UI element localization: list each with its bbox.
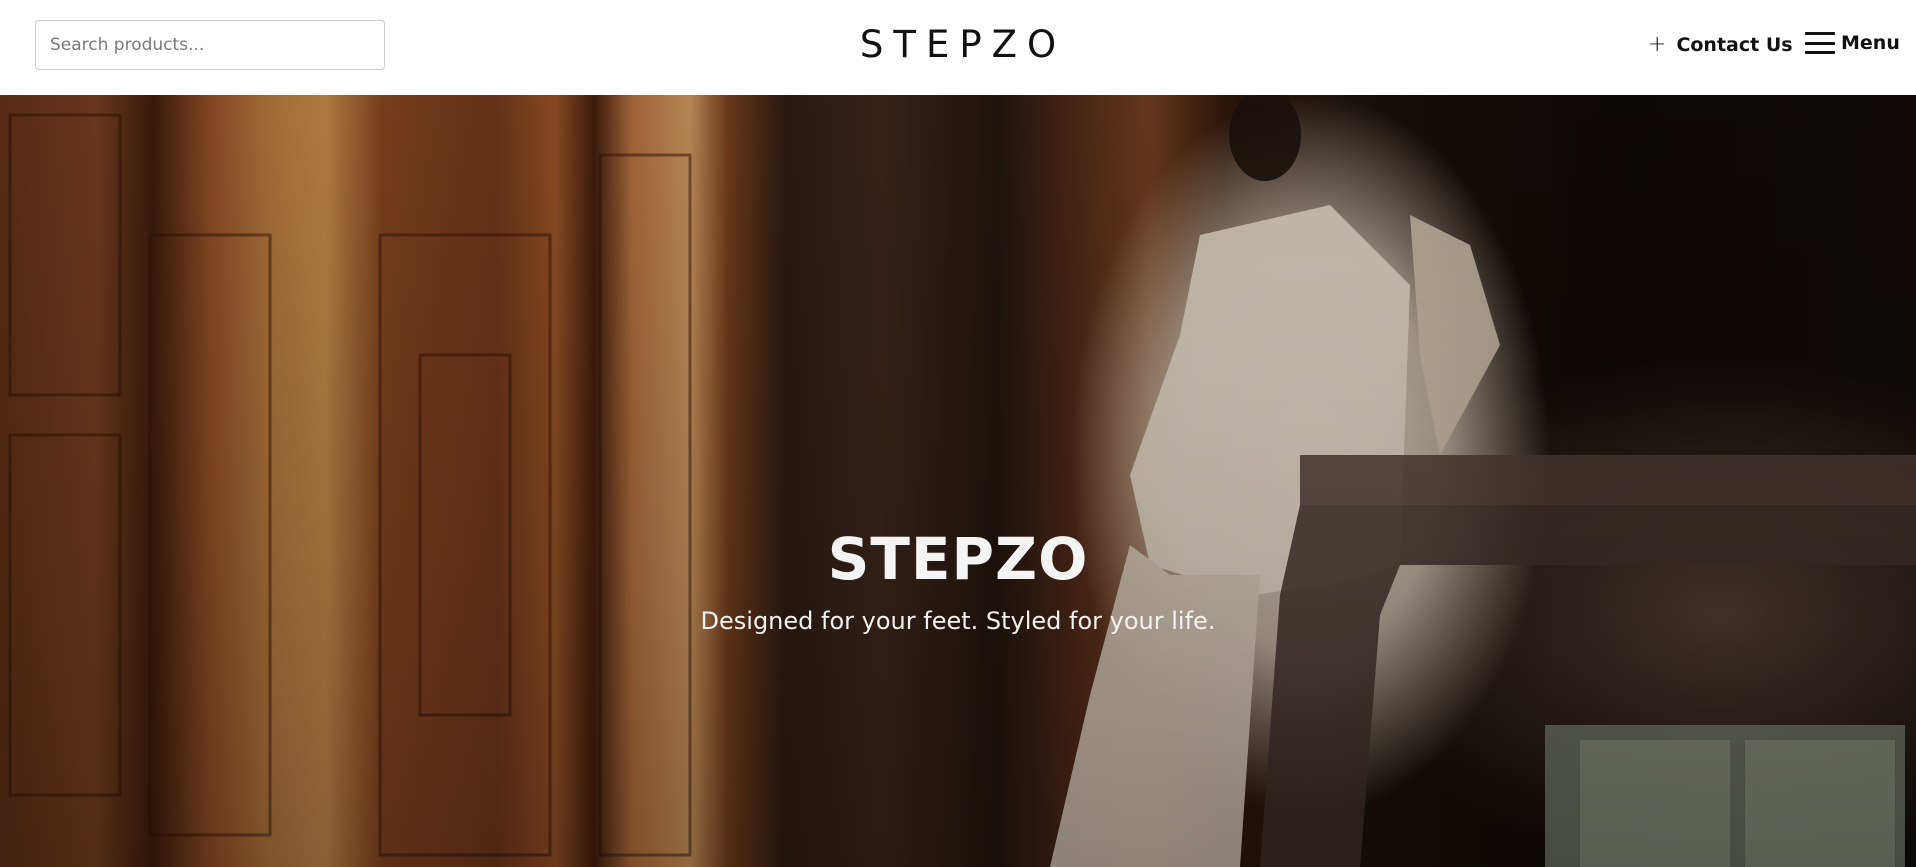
- hero-banner: STEPZO Designed for your feet. Styled fo…: [0, 95, 1916, 867]
- menu-button[interactable]: Menu: [1805, 28, 1900, 58]
- search-input[interactable]: [35, 20, 385, 70]
- site-header: STEPZO + Contact Us Menu: [0, 0, 1916, 95]
- hero-background-image: [8, 95, 1916, 867]
- hero-title: STEPZO: [827, 525, 1089, 593]
- hamburger-icon: [1805, 32, 1835, 54]
- menu-label: Menu: [1841, 32, 1900, 54]
- logo[interactable]: STEPZO: [850, 23, 1066, 66]
- hero-tagline: Designed for your feet. Styled for your …: [700, 607, 1216, 635]
- plus-icon: +: [1648, 32, 1667, 57]
- hero-text-block: STEPZO Designed for your feet. Styled fo…: [0, 525, 1916, 635]
- contact-us-link[interactable]: + Contact Us: [1648, 30, 1793, 60]
- contact-us-label: Contact Us: [1676, 34, 1793, 56]
